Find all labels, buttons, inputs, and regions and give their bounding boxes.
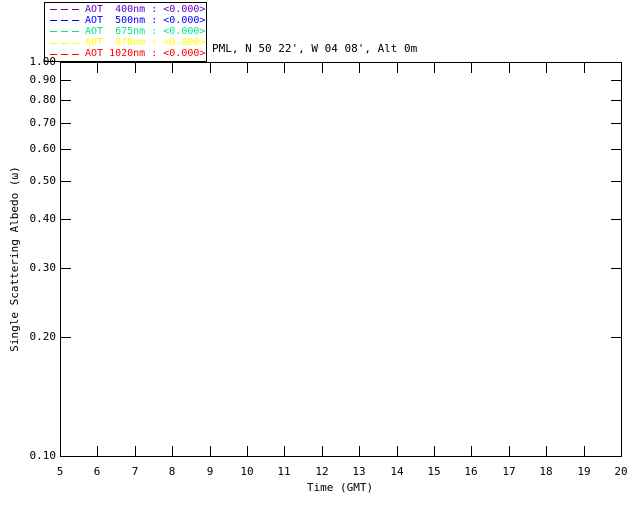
x-tick-mark	[584, 446, 585, 456]
legend: AOT 400nm : <0.000> AOT 500nm : <0.000> …	[44, 2, 207, 62]
x-tick-mark	[359, 446, 360, 456]
x-tick-label: 20	[614, 465, 628, 478]
x-tick-label: 9	[206, 465, 214, 478]
x-tick-mark	[397, 446, 398, 456]
y-tick-mark	[61, 123, 71, 124]
x-tick-mark	[471, 446, 472, 456]
x-tick-label: 18	[539, 465, 553, 478]
y-tick-mark	[61, 62, 71, 63]
x-tick-label: 10	[240, 465, 254, 478]
dashed-line-sample	[50, 9, 79, 11]
y-tick-label: 1.00	[29, 55, 57, 68]
legend-label: AOT 1020nm : <0.000>	[85, 48, 206, 60]
x-tick-label: 11	[277, 465, 291, 478]
legend-item-aot-675: AOT 675nm : <0.000>	[50, 26, 206, 37]
y-tick-mark	[611, 62, 621, 63]
x-tick-mark	[471, 63, 472, 73]
x-tick-mark	[621, 446, 622, 456]
y-tick-mark	[61, 149, 71, 150]
y-tick-mark	[611, 123, 621, 124]
x-tick-mark	[434, 446, 435, 456]
x-tick-mark	[284, 446, 285, 456]
x-tick-mark	[546, 63, 547, 73]
x-tick-mark	[135, 446, 136, 456]
x-tick-label: 12	[315, 465, 329, 478]
legend-item-aot-870: AOT 870nm : <0.000>	[50, 38, 206, 49]
x-axis-title: Time (GMT)	[306, 481, 374, 494]
x-tick-mark	[97, 446, 98, 456]
x-tick-label: 5	[56, 465, 64, 478]
x-tick-label: 14	[390, 465, 404, 478]
x-tick-label: 17	[502, 465, 516, 478]
legend-item-aot-1020: AOT 1020nm : <0.000>	[50, 49, 206, 60]
x-tick-label: 6	[93, 465, 101, 478]
legend-label: AOT 675nm : <0.000>	[85, 25, 206, 37]
x-tick-mark	[172, 446, 173, 456]
y-tick-label: 0.10	[29, 449, 57, 462]
y-tick-mark	[611, 337, 621, 338]
x-tick-mark	[135, 63, 136, 73]
y-tick-mark	[61, 337, 71, 338]
dashed-line-sample	[50, 20, 79, 22]
y-tick-mark	[611, 456, 621, 457]
x-tick-label: 15	[427, 465, 441, 478]
x-tick-label: 13	[352, 465, 366, 478]
y-tick-mark	[611, 268, 621, 269]
y-axis-title: Single Scattering Albedo (ω)	[8, 166, 21, 352]
x-tick-mark	[247, 63, 248, 73]
x-tick-mark	[322, 446, 323, 456]
x-tick-mark	[247, 446, 248, 456]
y-tick-mark	[611, 80, 621, 81]
legend-item-aot-400: AOT 400nm : <0.000>	[50, 4, 206, 15]
y-tick-mark	[61, 219, 71, 220]
x-tick-mark	[60, 446, 61, 456]
x-tick-mark	[584, 63, 585, 73]
x-tick-mark	[60, 63, 61, 73]
dashed-line-sample	[50, 42, 79, 44]
y-tick-mark	[611, 181, 621, 182]
plot-window: AOT 400nm : <0.000> AOT 500nm : <0.000> …	[0, 0, 640, 512]
x-tick-mark	[546, 446, 547, 456]
x-tick-mark	[284, 63, 285, 73]
y-tick-mark	[611, 149, 621, 150]
y-tick-label: 0.90	[29, 73, 57, 86]
y-tick-mark	[61, 100, 71, 101]
x-tick-mark	[359, 63, 360, 73]
x-tick-label: 19	[577, 465, 591, 478]
legend-item-aot-500: AOT 500nm : <0.000>	[50, 15, 206, 26]
site-location-line: PML, N 50 22', W 04 08', Alt 0m	[212, 42, 418, 55]
x-tick-mark	[434, 63, 435, 73]
legend-label: AOT 500nm : <0.000>	[85, 14, 206, 26]
x-tick-mark	[97, 63, 98, 73]
x-tick-label: 7	[131, 465, 139, 478]
y-tick-label: 0.80	[29, 93, 57, 106]
x-tick-mark	[621, 63, 622, 73]
y-tick-mark	[61, 268, 71, 269]
x-tick-mark	[509, 63, 510, 73]
x-tick-mark	[322, 63, 323, 73]
y-tick-mark	[61, 80, 71, 81]
dashed-line-sample	[50, 31, 79, 33]
y-tick-mark	[611, 100, 621, 101]
legend-label: AOT 870nm : <0.000>	[85, 37, 206, 49]
y-tick-mark	[611, 219, 621, 220]
x-tick-mark	[172, 63, 173, 73]
y-tick-mark	[61, 181, 71, 182]
x-tick-label: 8	[168, 465, 176, 478]
x-tick-mark	[210, 446, 211, 456]
x-tick-mark	[397, 63, 398, 73]
x-tick-label: 16	[464, 465, 478, 478]
x-tick-mark	[210, 63, 211, 73]
y-tick-mark	[61, 456, 71, 457]
legend-label: AOT 400nm : <0.000>	[85, 3, 206, 15]
x-tick-mark	[509, 446, 510, 456]
plot-area	[60, 62, 622, 457]
